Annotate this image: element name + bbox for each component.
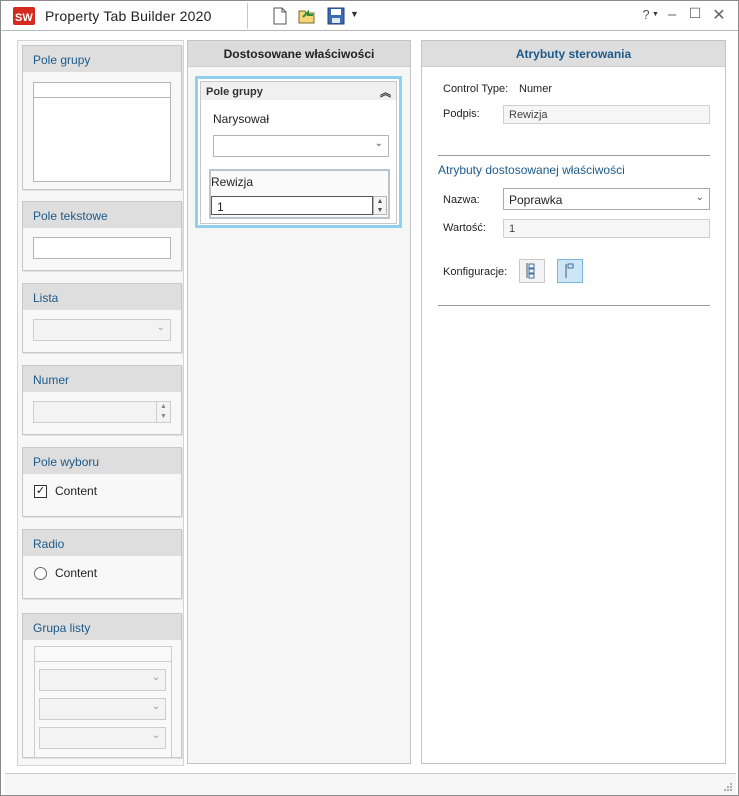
title-separator [247,3,248,29]
svg-text:SW: SW [15,12,33,24]
spinner-icon: ▲ ▼ [156,402,170,422]
palette-text-box[interactable]: Pole tekstowe [22,201,182,271]
group-box-header[interactable]: Pole grupy ︽ [200,81,397,101]
checkmark-icon: ✓ [34,485,47,498]
palette-checkbox-title: Pole wyboru [23,448,181,474]
selected-group-box[interactable]: Pole grupy ︽ Narysował ⌄ Rewizja 1 ▲ ▼ [195,76,402,228]
window-title: Property Tab Builder 2020 [45,8,212,24]
chevron-down-icon: ⌄ [151,672,160,683]
chevron-down-icon: ⌄ [156,322,165,333]
palette-radio[interactable]: Radio Content [22,529,182,599]
control-type-label: Control Type: [443,83,509,95]
configurations-label: Konfiguracje: [443,266,508,278]
status-bar [5,773,736,795]
group-box-preview [33,82,171,182]
control-attributes-header: Atrybuty sterowania [422,41,725,67]
single-configuration-icon [565,263,574,278]
chevron-down-icon: ⌄ [151,730,160,741]
palette-group-box-title: Pole grupy [23,46,181,72]
caption-field[interactable]: Rewizja [503,105,710,124]
caption-label: Podpis: [443,108,480,120]
maximize-icon[interactable]: ☐ [686,5,704,22]
help-dropdown-chevron-icon[interactable]: ▼ [652,11,659,18]
configuration-tree-icon [526,263,535,279]
list-group-combo-2: ⌄ [39,698,166,720]
custom-properties-header: Dostosowane właściwości [188,41,410,67]
palette-list-title: Lista [23,284,181,310]
list-group-preview: ⌄ ⌄ ⌄ [34,646,172,758]
resize-grip-icon[interactable] [723,782,733,792]
save-icon[interactable] [326,6,346,26]
open-file-icon[interactable] [297,6,317,26]
caption-value: Rewizja [509,109,548,121]
name-label: Nazwa: [443,194,480,206]
drawn-by-combo[interactable]: ⌄ [213,135,389,157]
checkbox-preview-label: Content [55,484,98,498]
value-field[interactable]: 1 [503,219,710,238]
name-value: Poprawka [509,193,563,207]
title-bar: SW Property Tab Builder 2020 ▼ ? ▼ ‒ ☐ ✕ [1,1,738,31]
all-configurations-button[interactable] [519,259,545,283]
revision-value: 1 [217,200,224,214]
solidworks-logo-icon: SW [13,7,35,25]
chevron-down-icon: ⌄ [695,192,704,203]
list-group-preview-header [35,647,171,662]
palette-text-box-title: Pole tekstowe [23,202,181,228]
revision-control[interactable]: Rewizja 1 ▲ ▼ [209,169,390,219]
collapse-up-icon[interactable]: ︽ [380,84,391,100]
new-file-icon[interactable] [270,6,290,26]
list-group-combo-3: ⌄ [39,727,166,749]
app-window: SW Property Tab Builder 2020 ▼ ? ▼ ‒ ☐ ✕… [0,0,739,796]
control-type-value: Numer [519,83,553,95]
this-configuration-button[interactable] [557,259,583,283]
palette-number-title: Numer [23,366,181,392]
palette-number[interactable]: Numer ▲ ▼ [22,365,182,435]
section-divider-bottom [438,305,710,306]
save-dropdown-chevron-icon[interactable]: ▼ [350,9,359,19]
custom-properties-panel: Dostosowane właściwości Pole grupy ︽ Nar… [187,40,411,764]
list-preview: ⌄ [33,319,171,341]
palette-list-group[interactable]: Grupa listy ⌄ ⌄ ⌄ [22,613,182,758]
group-box-title: Pole grupy [206,86,263,98]
name-combo[interactable]: Poprawka ⌄ [503,188,710,210]
close-icon[interactable]: ✕ [710,5,728,25]
radio-preview-label: Content [55,566,98,580]
palette-checkbox[interactable]: Pole wyboru ✓ Content [22,447,182,517]
palette-radio-title: Radio [23,530,181,556]
revision-label: Rewizja [211,175,254,189]
palette-list[interactable]: Lista ⌄ [22,283,182,353]
radio-circle-icon [34,567,47,580]
list-group-combo-1: ⌄ [39,669,166,691]
value-label: Wartość: [443,222,486,234]
palette-group-box[interactable]: Pole grupy [22,45,182,190]
control-attributes-panel: Atrybuty sterowania Control Type: Numer … [421,40,726,764]
main-area: Pole grupy Pole tekstowe Lista ⌄ Numer ▲… [5,32,736,773]
chevron-down-icon: ⌄ [374,138,383,149]
minimize-icon[interactable]: ‒ [663,6,681,23]
number-preview: ▲ ▼ [33,401,171,423]
custom-property-section-title: Atrybuty dostosowanej właściwości [438,163,625,177]
palette-list-group-title: Grupa listy [23,614,181,640]
value-value: 1 [509,223,516,235]
control-palette: Pole grupy Pole tekstowe Lista ⌄ Numer ▲… [17,40,184,766]
chevron-down-icon: ⌄ [151,701,160,712]
group-box-preview-header [34,83,170,98]
revision-input[interactable]: 1 [211,196,373,215]
section-divider [438,155,710,156]
text-box-preview [33,237,171,259]
drawn-by-label: Narysował [213,112,270,126]
revision-spinner-icon[interactable]: ▲ ▼ [373,196,387,215]
